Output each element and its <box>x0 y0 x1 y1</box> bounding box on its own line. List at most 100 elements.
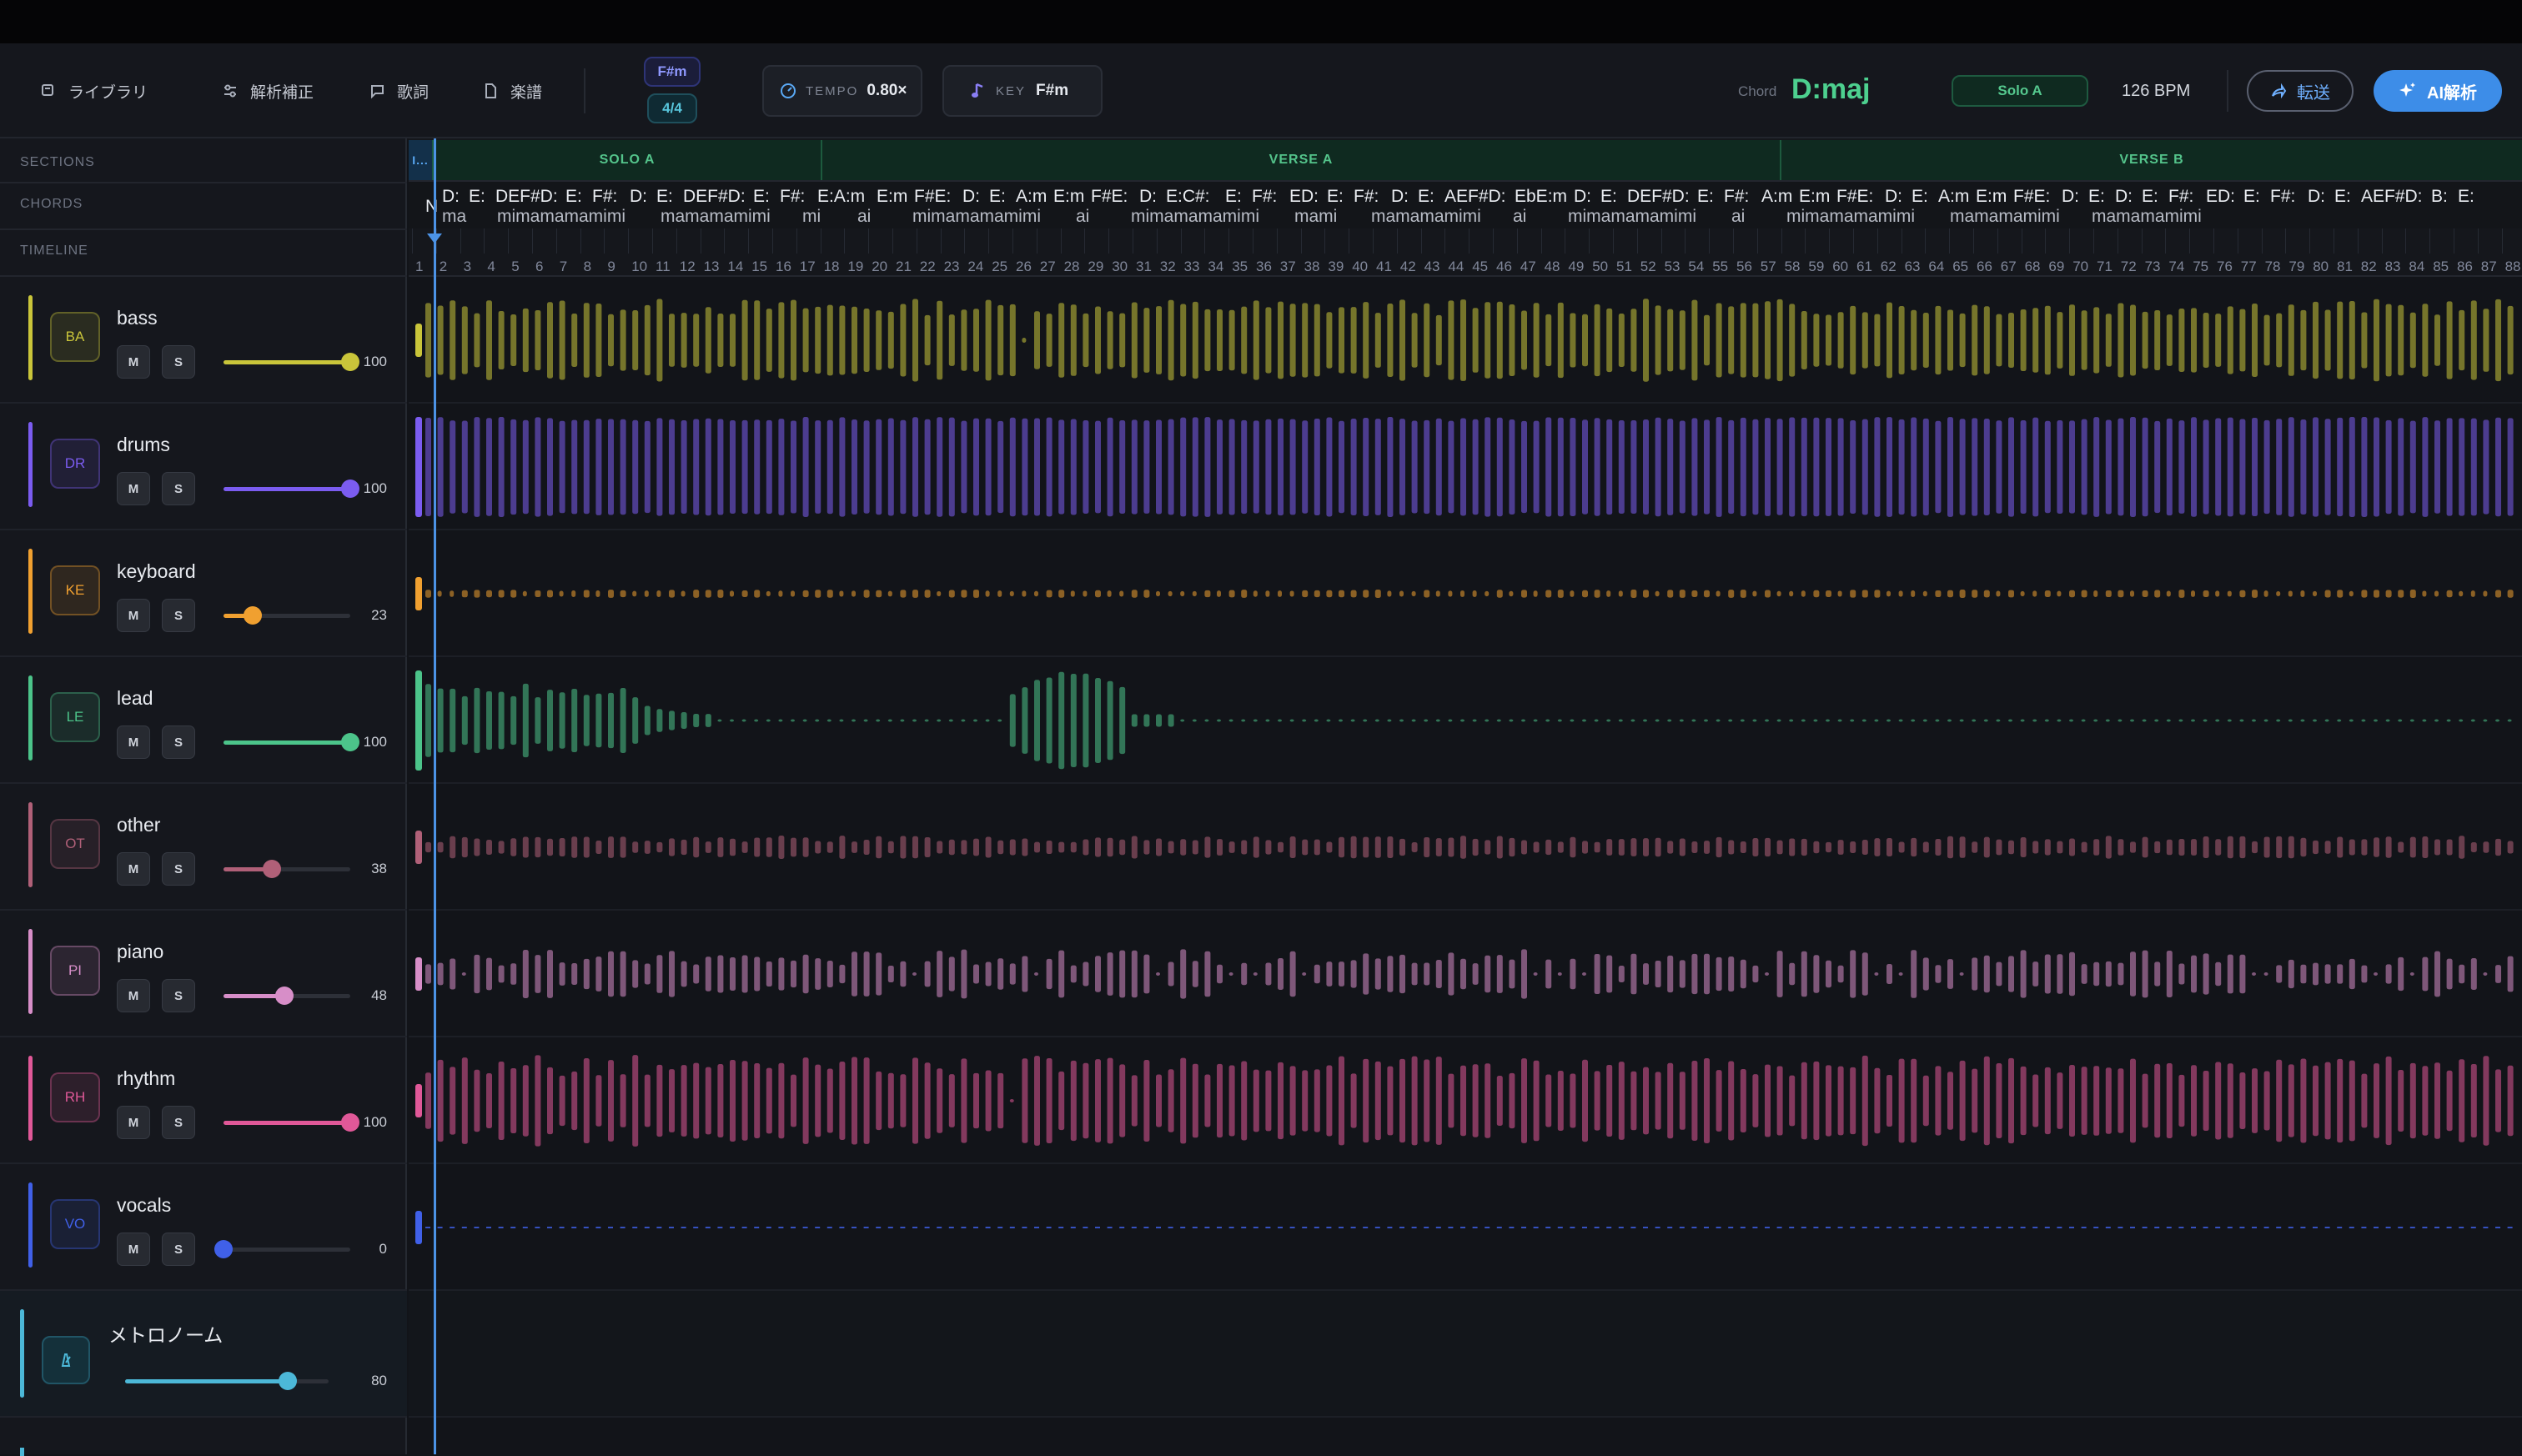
chord-label[interactable]: F#: <box>780 187 805 207</box>
analysis-fix-button[interactable]: 解析補正 <box>207 72 329 110</box>
mute-button[interactable]: M <box>117 472 150 505</box>
time-signature-chip[interactable]: 4/4 <box>647 93 697 123</box>
solo-button[interactable]: S <box>162 725 195 759</box>
chord-label[interactable]: E: <box>753 187 770 207</box>
chord-label[interactable]: DEF#D: <box>495 187 558 207</box>
chord-label[interactable]: E: <box>1225 187 1242 207</box>
chord-label[interactable]: D: <box>2062 187 2079 207</box>
solo-button[interactable]: S <box>162 1106 195 1139</box>
chord-label[interactable]: D: <box>1139 187 1157 207</box>
chord-label[interactable]: E: <box>1418 187 1434 207</box>
solo-button[interactable]: S <box>162 852 195 886</box>
volume-slider[interactable] <box>224 606 350 625</box>
volume-slider[interactable] <box>224 479 359 498</box>
mute-button[interactable]: M <box>117 725 150 759</box>
volume-knob[interactable] <box>214 1240 233 1258</box>
playhead[interactable] <box>427 138 442 1454</box>
chord-label[interactable]: E:C#: <box>1166 187 1210 207</box>
chord-label[interactable]: A:m <box>1938 187 1969 207</box>
chord-label[interactable]: D: <box>2308 187 2325 207</box>
chord-label[interactable]: DEF#D: <box>1627 187 1690 207</box>
volume-slider[interactable] <box>214 1240 350 1258</box>
volume-knob[interactable] <box>274 987 294 1005</box>
solo-button[interactable]: S <box>162 345 195 379</box>
ai-analysis-button[interactable]: AI解析 <box>2374 70 2502 112</box>
solo-button[interactable]: S <box>162 1233 195 1266</box>
chord-label[interactable]: E:m <box>877 187 907 207</box>
chord-label[interactable]: DEF#D: <box>683 187 746 207</box>
chord-label[interactable]: D: <box>1885 187 1902 207</box>
chord-label[interactable]: F#: <box>1354 187 1379 207</box>
mute-button[interactable]: M <box>117 1233 150 1266</box>
chord-label[interactable]: ED: <box>1289 187 1319 207</box>
key-chip[interactable]: F#m <box>644 57 701 87</box>
lyrics-button[interactable]: 歌詞 <box>354 72 444 110</box>
chord-label[interactable]: E: <box>2334 187 2351 207</box>
lane-drums[interactable] <box>409 404 2522 530</box>
chord-label[interactable]: D: <box>1391 187 1409 207</box>
chord-label[interactable]: F#E: <box>1836 187 1873 207</box>
tempo-control[interactable]: TEMPO 0.80× <box>762 65 922 117</box>
volume-slider[interactable] <box>224 1113 359 1132</box>
mute-button[interactable]: M <box>117 1106 150 1139</box>
volume-slider[interactable] <box>224 860 350 878</box>
chord-label[interactable]: E: <box>2142 187 2158 207</box>
chord-label[interactable]: F#: <box>1252 187 1277 207</box>
chord-label[interactable]: E: <box>2243 187 2260 207</box>
solo-button[interactable]: S <box>162 979 195 1012</box>
chord-label[interactable]: F#: <box>1724 187 1749 207</box>
chord-label[interactable]: E: <box>1697 187 1714 207</box>
lane-lead[interactable] <box>409 657 2522 784</box>
chord-label[interactable]: A:m <box>1761 187 1792 207</box>
mute-button[interactable]: M <box>117 345 150 379</box>
volume-slider[interactable] <box>224 353 359 371</box>
chord-label[interactable]: ED: <box>2206 187 2235 207</box>
lane-keyboard[interactable] <box>409 530 2522 657</box>
chord-label[interactable]: F#: <box>592 187 617 207</box>
volume-slider[interactable] <box>224 733 359 751</box>
metronome-volume-knob[interactable] <box>279 1372 298 1390</box>
chord-label[interactable]: E:m <box>1053 187 1084 207</box>
section-3[interactable]: VERSE A <box>821 140 1780 180</box>
chord-label[interactable]: AEF#D: <box>1444 187 1506 207</box>
chord-label[interactable]: E:A:m <box>817 187 865 207</box>
chord-label[interactable]: E: <box>2088 187 2105 207</box>
lane-vocals[interactable] <box>409 1164 2522 1291</box>
mute-button[interactable]: M <box>117 599 150 632</box>
chord-label[interactable]: D: <box>2115 187 2133 207</box>
metronome-icon[interactable] <box>42 1336 90 1384</box>
chord-label[interactable]: E: <box>2458 187 2474 207</box>
volume-knob[interactable] <box>243 606 262 625</box>
section-4[interactable]: VERSE B <box>1780 140 2522 180</box>
chord-label[interactable]: A:m <box>1016 187 1047 207</box>
chord-label[interactable]: E: <box>656 187 673 207</box>
volume-knob[interactable] <box>262 860 281 878</box>
chord-label[interactable]: E: <box>469 187 485 207</box>
solo-button[interactable]: S <box>162 472 195 505</box>
chord-label[interactable]: E: <box>1327 187 1344 207</box>
chord-label[interactable]: D: <box>1574 187 1591 207</box>
library-button[interactable]: ライブラリ <box>25 72 163 110</box>
chord-label[interactable]: E: <box>989 187 1006 207</box>
chord-label[interactable]: F#E: <box>2013 187 2050 207</box>
score-button[interactable]: 楽譜 <box>467 72 557 110</box>
mute-button[interactable]: M <box>117 979 150 1012</box>
key-control[interactable]: KEY F#m <box>942 65 1103 117</box>
lane-rhythm[interactable] <box>409 1037 2522 1164</box>
chord-label[interactable]: E: <box>1600 187 1617 207</box>
chord-label[interactable]: B: <box>2431 187 2448 207</box>
section-1[interactable]: I... <box>409 140 432 180</box>
transfer-button[interactable]: 転送 <box>2247 70 2354 112</box>
chord-label[interactable]: EbE:m <box>1515 187 1567 207</box>
chord-label[interactable]: AEF#D: <box>2361 187 2423 207</box>
timeline-ruler[interactable]: 1 2 3 4 5 6 7 8 9 10 11 12 13 14 15 16 17 18 19 20 21 22 23 24 2… <box>409 228 2522 277</box>
lane-metronome[interactable] <box>409 1291 2522 1418</box>
chord-label[interactable]: E:m <box>1976 187 2007 207</box>
lane-bass[interactable] <box>409 277 2522 404</box>
chord-label[interactable]: E: <box>565 187 582 207</box>
solo-button[interactable]: S <box>162 599 195 632</box>
chord-label[interactable]: D: <box>630 187 647 207</box>
metronome-volume-slider[interactable] <box>125 1372 329 1390</box>
chord-label[interactable]: D: <box>962 187 980 207</box>
chord-label[interactable]: F#E: <box>1091 187 1128 207</box>
